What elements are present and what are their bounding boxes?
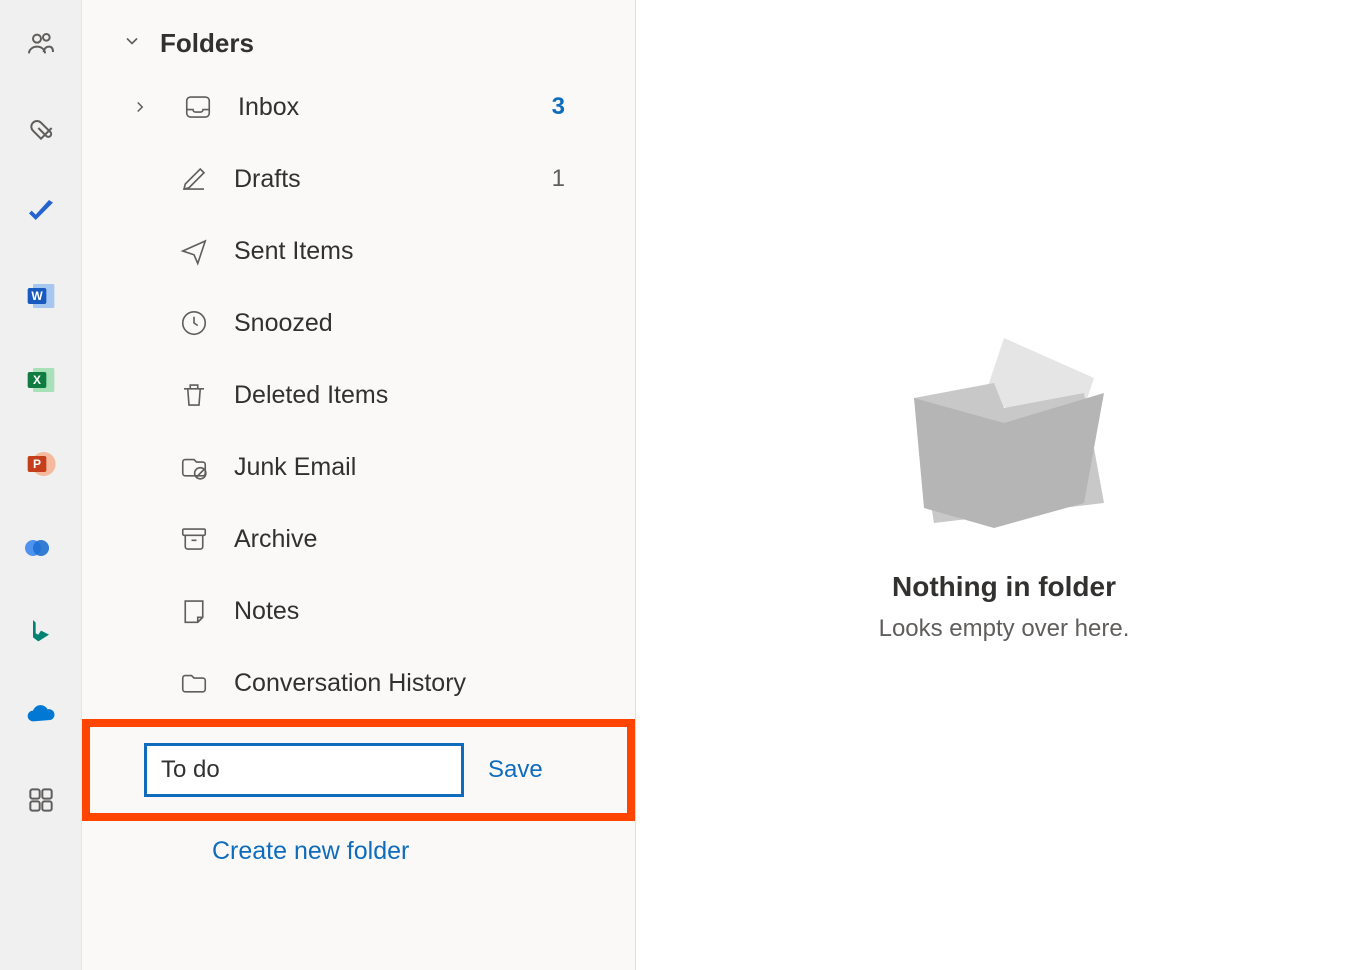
sent-icon [178,235,210,267]
folder-drafts[interactable]: Drafts 1 [82,143,635,215]
folder-label: Inbox [238,93,528,122]
folder-label: Drafts [234,165,528,194]
new-folder-highlight: Save [82,719,635,821]
folder-sent-items[interactable]: Sent Items [82,215,635,287]
folder-icon [178,667,210,699]
folder-notes[interactable]: Notes [82,575,635,647]
todo-icon[interactable] [21,192,61,232]
folders-header[interactable]: Folders [82,16,635,71]
word-icon[interactable]: W [21,276,61,316]
onedrive-icon[interactable] [21,696,61,736]
new-folder-input[interactable] [144,743,464,797]
empty-subtitle: Looks empty over here. [879,615,1130,643]
inbox-icon [182,91,214,123]
powerpoint-icon[interactable]: P [21,444,61,484]
folder-conversation-history[interactable]: Conversation History [82,647,635,719]
folder-label: Sent Items [234,237,595,266]
excel-icon[interactable]: X [21,360,61,400]
folder-junk-email[interactable]: Junk Email [82,431,635,503]
trash-icon [178,379,210,411]
chevron-down-icon [122,31,142,56]
main-empty-pane: Nothing in folder Looks empty over here. [636,0,1372,970]
create-new-folder-link[interactable]: Create new folder [82,821,635,882]
save-button[interactable]: Save [488,756,543,784]
folder-count: 3 [552,93,595,121]
empty-title: Nothing in folder [892,571,1116,603]
svg-text:P: P [32,457,40,471]
app-rail: W X P [0,0,82,970]
files-icon[interactable] [21,108,61,148]
svg-text:X: X [32,373,40,387]
folder-label: Snoozed [234,309,595,338]
folder-archive[interactable]: Archive [82,503,635,575]
empty-folder-icon [884,328,1124,543]
folders-header-title: Folders [160,28,254,59]
archive-icon [178,523,210,555]
notes-icon [178,595,210,627]
folder-count: 1 [552,165,595,193]
folder-deleted-items[interactable]: Deleted Items [82,359,635,431]
folder-label: Notes [234,597,595,626]
viva-icon[interactable] [21,528,61,568]
folder-label: Conversation History [234,669,595,698]
folder-label: Archive [234,525,595,554]
folder-inbox[interactable]: Inbox 3 [82,71,635,143]
bing-icon[interactable] [21,612,61,652]
folder-pane: Folders Inbox 3 Drafts 1 Sent Items Snoo… [82,0,636,970]
chevron-right-icon [122,98,158,116]
snoozed-icon [178,307,210,339]
drafts-icon [178,163,210,195]
folder-snoozed[interactable]: Snoozed [82,287,635,359]
more-apps-icon[interactable] [21,780,61,820]
folder-label: Junk Email [234,453,595,482]
folder-label: Deleted Items [234,381,595,410]
junk-icon [178,451,210,483]
people-icon[interactable] [21,24,61,64]
svg-text:W: W [31,289,43,303]
